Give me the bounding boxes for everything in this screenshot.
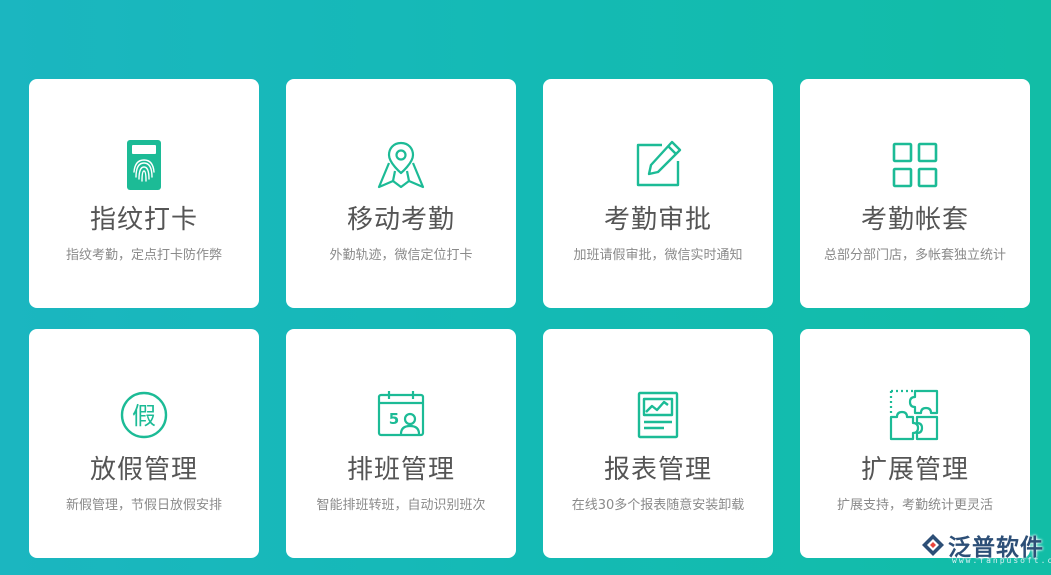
card-accounts[interactable]: 考勤帐套 总部分部门店，多帐套独立统计 <box>800 79 1030 308</box>
card-title: 扩展管理 <box>860 455 969 485</box>
card-description: 新假管理，节假日放假安排 <box>65 498 222 513</box>
brand-logo: 泛普软件 www.fanpusoft.com <box>918 528 1051 568</box>
card-title: 排班管理 <box>346 455 455 485</box>
chart-report-icon <box>632 389 684 441</box>
grid-icon <box>889 139 941 191</box>
fingerprint-card-icon <box>118 139 170 191</box>
svg-text:假: 假 <box>132 402 156 430</box>
card-description: 智能排班转班，自动识别班次 <box>316 498 486 513</box>
map-pin-icon <box>375 139 427 191</box>
logo-url: www.fanpusoft.com <box>952 556 1051 565</box>
calendar-user-icon: 5 <box>375 389 427 441</box>
puzzle-icon <box>889 389 941 441</box>
card-reports[interactable]: 报表管理 在线30多个报表随意安装卸载 <box>543 329 773 558</box>
card-description: 总部分部门店，多帐套独立统计 <box>823 248 1006 263</box>
card-title: 放假管理 <box>89 455 198 485</box>
card-title: 移动考勤 <box>346 205 455 235</box>
card-title: 指纹打卡 <box>89 205 198 235</box>
svg-text:5: 5 <box>389 410 399 428</box>
card-title: 报表管理 <box>603 455 712 485</box>
card-fingerprint[interactable]: 指纹打卡 指纹考勤，定点打卡防作弊 <box>29 79 259 308</box>
card-leave[interactable]: 假 放假管理 新假管理，节假日放假安排 <box>29 329 259 558</box>
card-mobile-attendance[interactable]: 移动考勤 外勤轨迹，微信定位打卡 <box>286 79 516 308</box>
feature-grid: 指纹打卡 指纹考勤，定点打卡防作弊 移动考勤 外勤轨迹，微信定位打卡 考勤审批 … <box>0 0 1051 575</box>
edit-square-icon <box>632 139 684 191</box>
card-description: 外勤轨迹，微信定位打卡 <box>329 248 473 263</box>
logo-mark-icon <box>922 534 944 556</box>
card-extensions[interactable]: 扩展管理 扩展支持，考勤统计更灵活 <box>800 329 1030 558</box>
card-scheduling[interactable]: 5 排班管理 智能排班转班，自动识别班次 <box>286 329 516 558</box>
leave-circle-icon: 假 <box>118 389 170 441</box>
card-title: 考勤审批 <box>603 205 712 235</box>
card-description: 扩展支持，考勤统计更灵活 <box>836 498 993 513</box>
card-title: 考勤帐套 <box>860 205 969 235</box>
card-description: 加班请假审批，微信实时通知 <box>573 248 743 263</box>
card-description: 指纹考勤，定点打卡防作弊 <box>65 248 222 263</box>
card-description: 在线30多个报表随意安装卸载 <box>571 498 745 513</box>
card-approval[interactable]: 考勤审批 加班请假审批，微信实时通知 <box>543 79 773 308</box>
